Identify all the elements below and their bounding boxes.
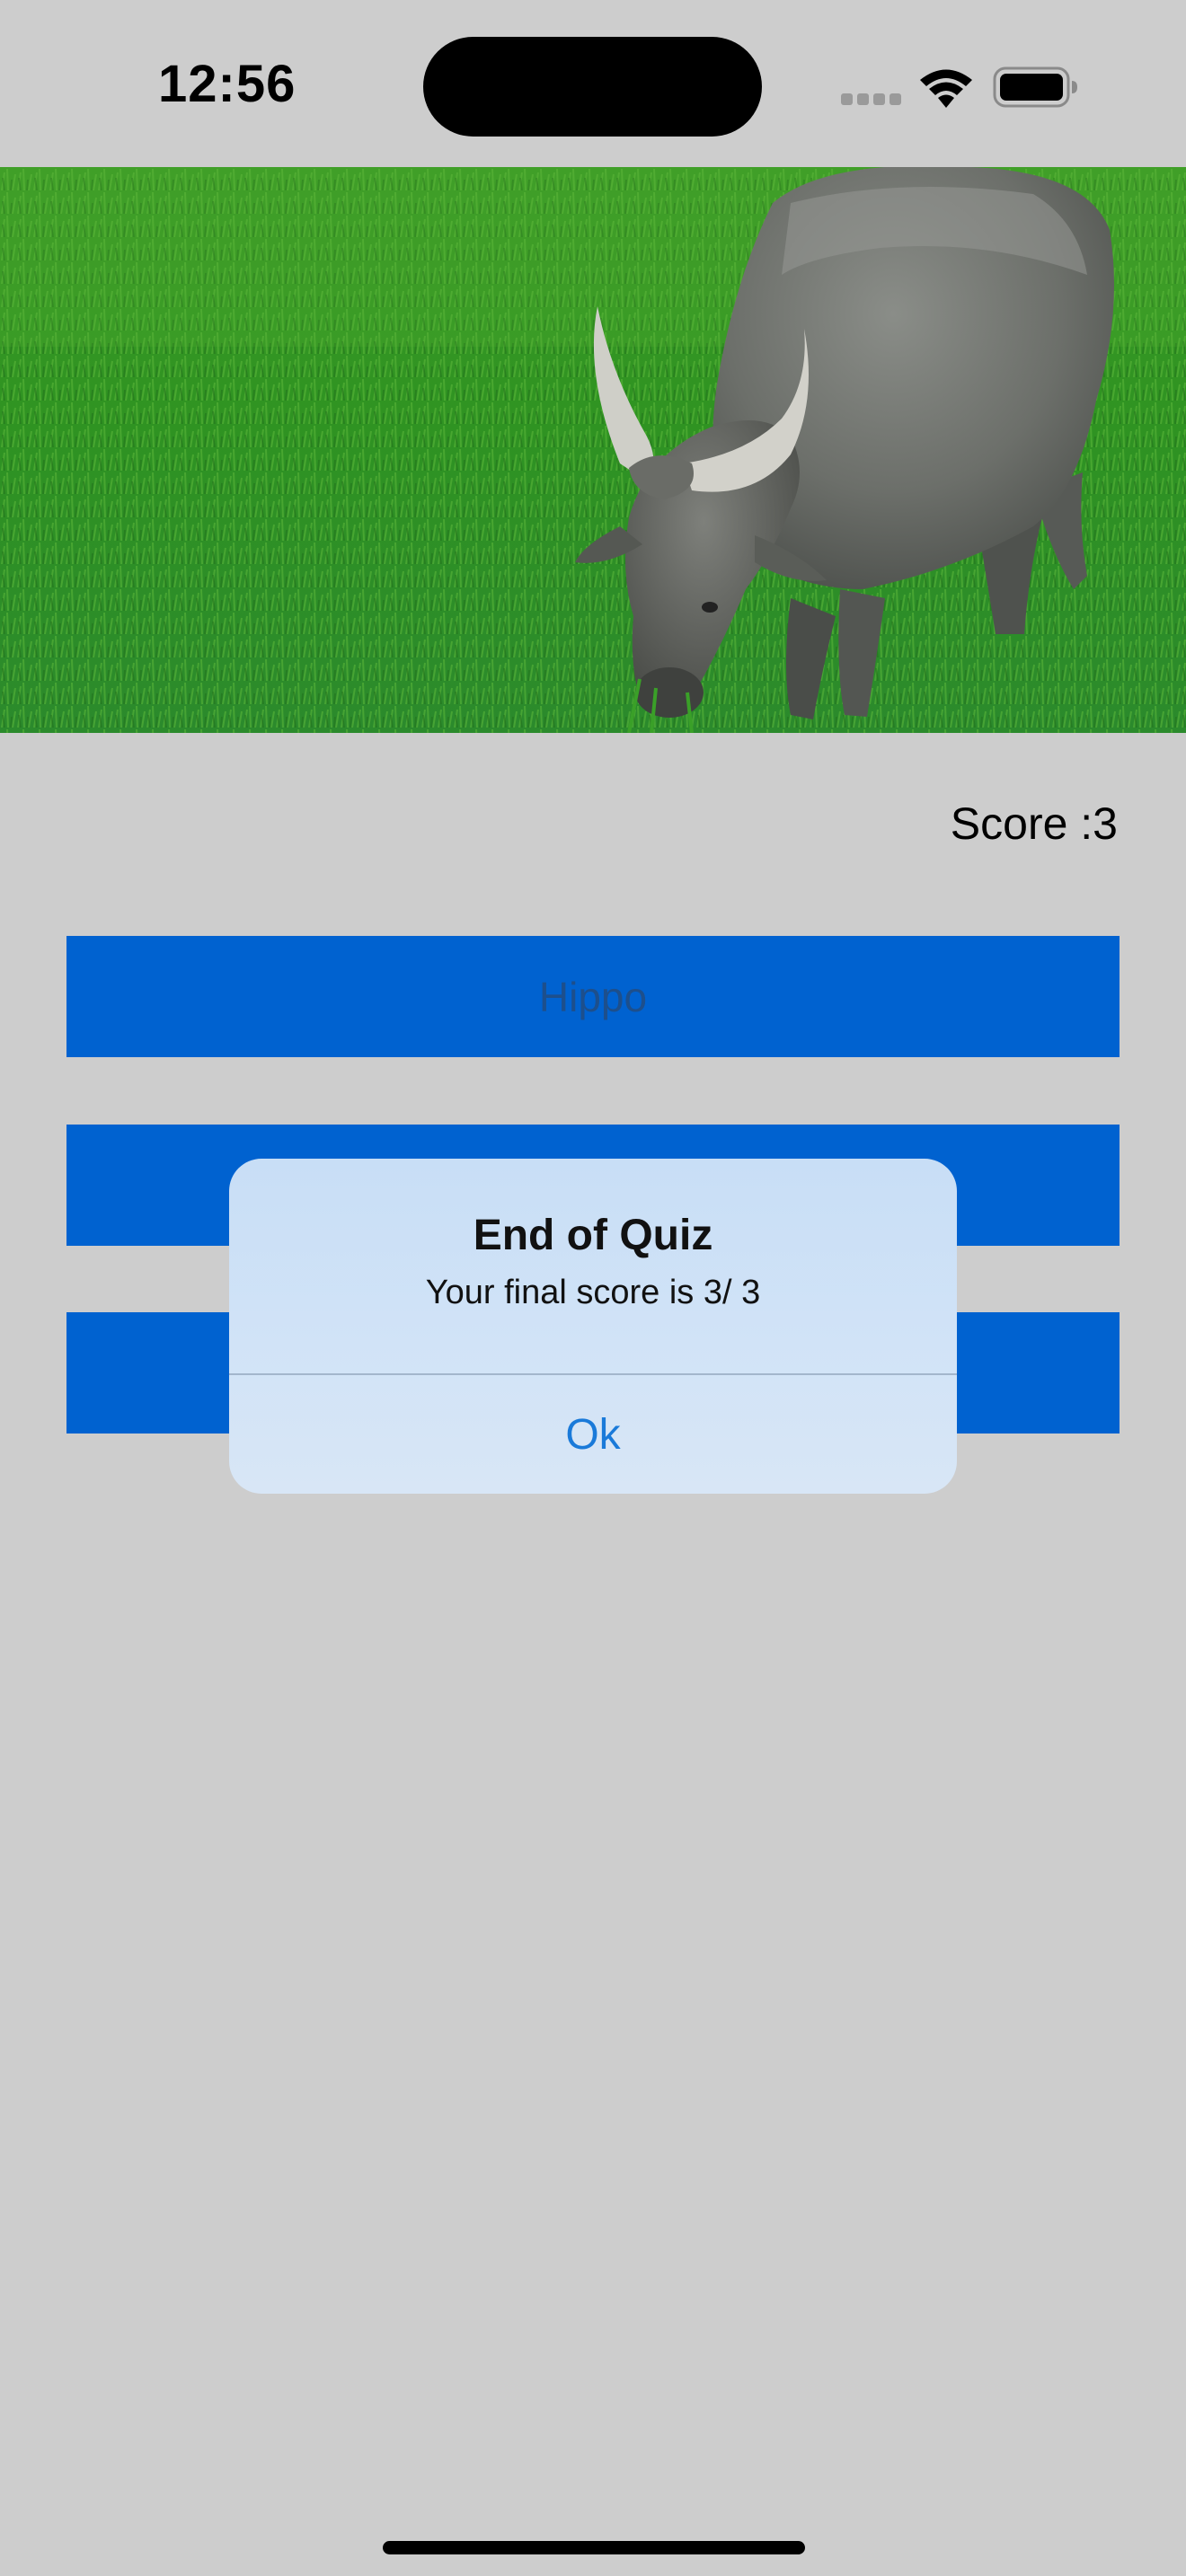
alert-title: End of Quiz [473, 1212, 713, 1259]
battery-icon [993, 66, 1077, 108]
buffalo-image [0, 167, 1186, 733]
status-bar: 12:56 [0, 0, 1186, 167]
wifi-icon [920, 69, 972, 108]
ok-button[interactable]: Ok [229, 1375, 957, 1494]
home-indicator[interactable] [383, 2541, 805, 2554]
end-of-quiz-alert: End of Quiz Your final score is 3/ 3 Ok [229, 1159, 957, 1494]
dynamic-island [423, 37, 762, 137]
status-time: 12:56 [158, 55, 296, 113]
hero-image [0, 167, 1186, 733]
answer-button-1[interactable]: Hippo [66, 936, 1120, 1057]
alert-message: Your final score is 3/ 3 [425, 1274, 761, 1311]
signal-icon [841, 93, 902, 106]
score-label: Score :3 [950, 798, 1118, 849]
